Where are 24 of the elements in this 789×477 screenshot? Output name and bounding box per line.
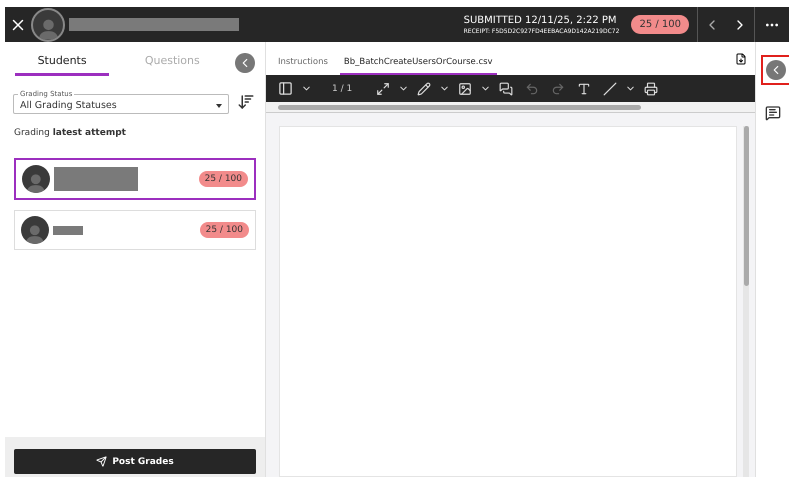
avatar-icon — [31, 8, 65, 42]
page-indicator: 1 / 1 — [331, 84, 354, 94]
avatar-icon — [21, 216, 49, 244]
redacted-name — [53, 226, 83, 234]
score-badge: 25 / 100 — [631, 15, 689, 34]
sort-icon[interactable] — [237, 93, 255, 111]
dropdown-icon — [216, 104, 222, 108]
avatar-icon — [22, 165, 50, 193]
score-badge: 25 / 100 — [198, 171, 248, 187]
send-icon — [96, 456, 108, 467]
expand-button[interactable] — [766, 60, 786, 80]
scrollbar-thumb[interactable] — [744, 126, 748, 286]
panel-tab[interactable]: Students — [15, 50, 110, 76]
student-card[interactable]: 25 / 100 — [14, 158, 256, 200]
student-card[interactable]: 25 / 100 — [14, 210, 256, 250]
post-grades-button[interactable]: Post Grades — [14, 449, 256, 474]
feedback-icon[interactable] — [764, 105, 780, 121]
download-icon[interactable] — [735, 53, 747, 65]
score-badge: 25 / 100 — [200, 222, 249, 238]
grading-note: Grading latest attempt — [13, 127, 127, 138]
collapse-button[interactable] — [235, 53, 255, 73]
submitted-time: SUBMITTED 12/11/25, 2:22 PM — [464, 14, 618, 26]
document-tab[interactable]: Instructions — [274, 57, 332, 75]
scrollbar-thumb[interactable] — [278, 104, 641, 110]
